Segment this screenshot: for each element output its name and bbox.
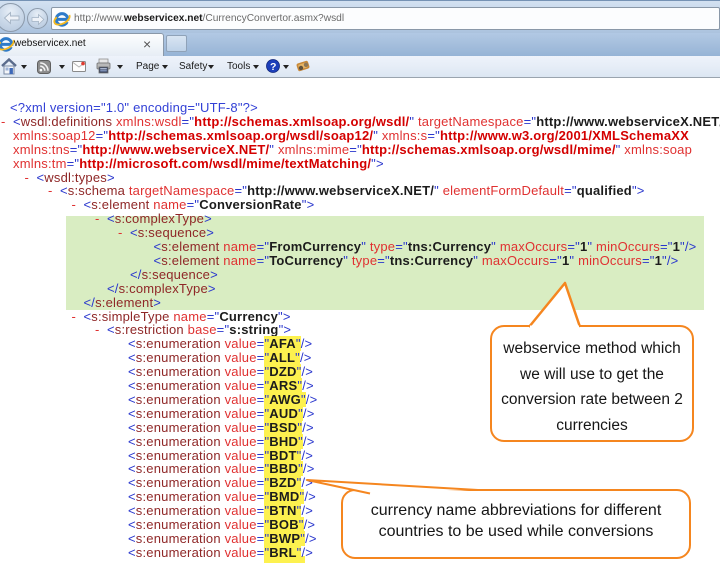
svg-text:?: ? xyxy=(270,61,276,73)
